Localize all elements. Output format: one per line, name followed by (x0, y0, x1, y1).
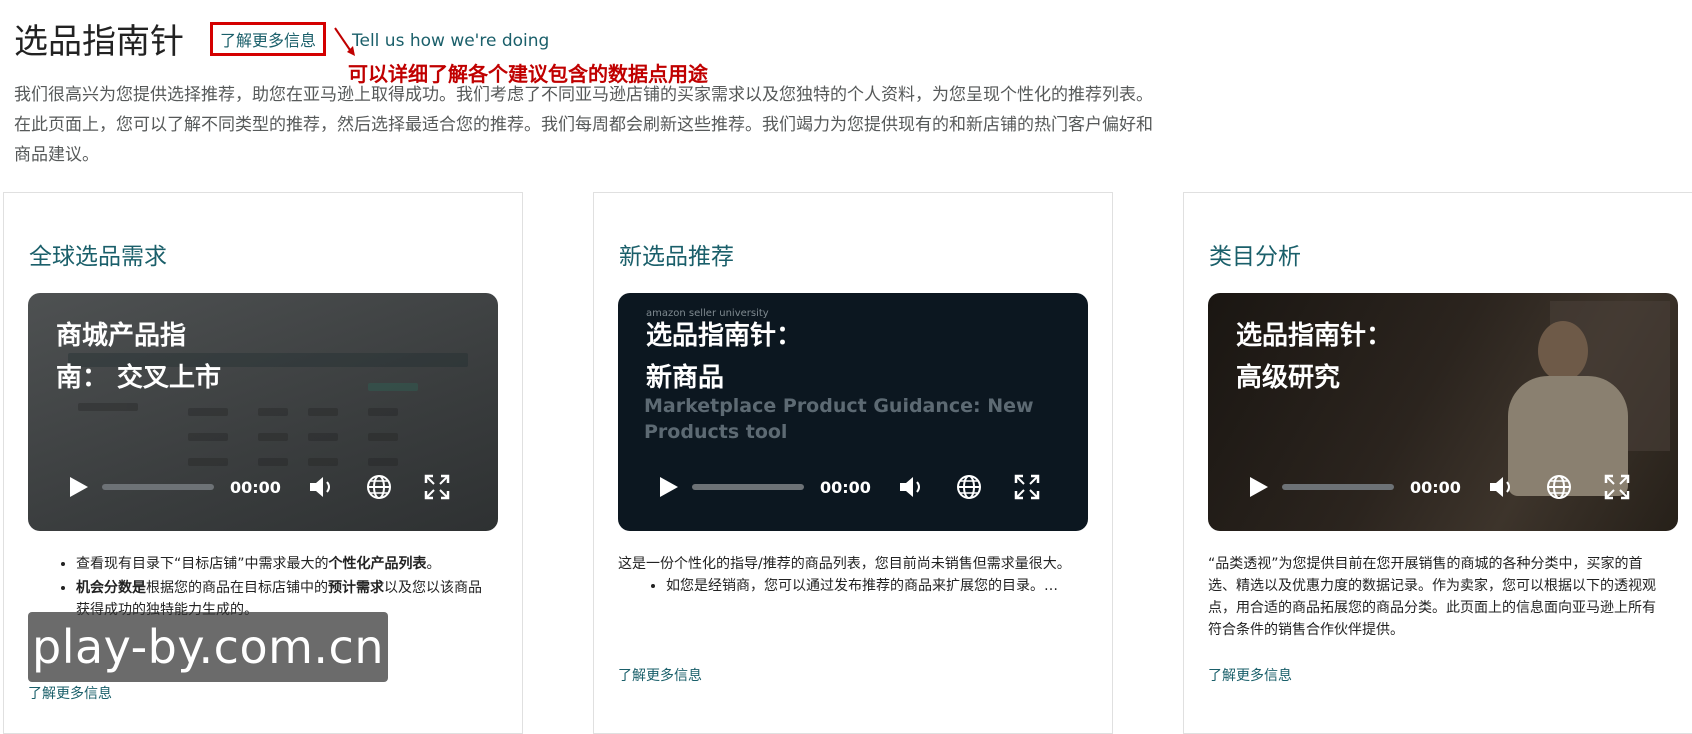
play-icon[interactable] (658, 475, 680, 499)
list-item: 如您是经销商，您可以通过发布推荐的商品来扩展您的目录。… (666, 575, 1078, 597)
card-title: 类目分析 (1209, 244, 1301, 270)
learn-more-highlight: 了解更多信息 (210, 22, 326, 56)
description-text: 这是一份个性化的指导/推荐的商品列表，您目前尚未销售但需求量很大。 (618, 556, 1071, 572)
time-display: 00:00 (1410, 477, 1461, 497)
card-learn-more-link[interactable]: 了解更多信息 (1208, 665, 1292, 685)
video-player[interactable]: amazon seller university 选品指南针： 新商品 Mark… (618, 293, 1088, 531)
fullscreen-icon[interactable] (1014, 474, 1040, 500)
video-title: 选品指南针： 新商品 (646, 321, 803, 393)
card-learn-more-link[interactable]: 了解更多信息 (28, 683, 112, 703)
watermark-text: play-by.com.cn (32, 620, 384, 674)
card-description: “品类透视”为您提供目前在您开展销售的商城的各种分类中，买家的首选、精选以及优惠… (1208, 553, 1668, 641)
page-title: 选品指南针 (14, 22, 184, 62)
card-learn-more-link[interactable]: 了解更多信息 (618, 665, 702, 685)
learn-more-link[interactable]: 了解更多信息 (220, 27, 316, 51)
feedback-link[interactable]: Tell us how we're doing (352, 31, 549, 51)
globe-icon[interactable] (956, 474, 982, 500)
video-controls: 00:00 (618, 467, 1088, 507)
card-title: 全球选品需求 (29, 244, 167, 270)
intro-text: 我们很高兴为您提供选择推荐，助您在亚马逊上取得成功。我们考虑了不同亚马逊店铺的买… (14, 85, 1153, 165)
video-title: 选品指南针： 高级研究 (1236, 321, 1393, 393)
volume-icon[interactable] (308, 474, 336, 500)
video-controls: 00:00 (1208, 467, 1678, 507)
play-icon[interactable] (1248, 475, 1270, 499)
watermark: play-by.com.cn (28, 612, 388, 682)
card-title: 新选品推荐 (619, 244, 734, 270)
progress-bar[interactable] (102, 484, 214, 490)
globe-icon[interactable] (366, 474, 392, 500)
video-controls: 00:00 (28, 467, 498, 507)
volume-icon[interactable] (898, 474, 926, 500)
video-title: 商城产品指 南： 交叉上市 (56, 321, 222, 393)
description-text: “品类透视”为您提供目前在您开展销售的商城的各种分类中，买家的首选、精选以及优惠… (1208, 556, 1656, 638)
progress-bar[interactable] (692, 484, 804, 490)
video-subtitle: Marketplace Product Guidance: New Produc… (644, 395, 1034, 443)
volume-icon[interactable] (1488, 474, 1516, 500)
play-icon[interactable] (68, 475, 90, 499)
globe-icon[interactable] (1546, 474, 1572, 500)
card-category-analysis: 类目分析 选品指南针： 高级研究 00:00 “品类透视”为您提供目前在您开展销… (1183, 192, 1692, 734)
list-item: 查看现有目录下“目标店铺”中需求最大的个性化产品列表。 (76, 553, 488, 575)
fullscreen-icon[interactable] (1604, 474, 1630, 500)
person-image (1468, 311, 1638, 496)
video-player[interactable]: 选品指南针： 高级研究 00:00 (1208, 293, 1678, 531)
progress-bar[interactable] (1282, 484, 1394, 490)
card-description: 这是一份个性化的指导/推荐的商品列表，您目前尚未销售但需求量很大。 如您是经销商… (618, 553, 1078, 599)
card-new-selection: 新选品推荐 amazon seller university 选品指南针： 新商… (593, 192, 1113, 734)
video-player[interactable]: 商城产品指 南： 交叉上市 00:00 (28, 293, 498, 531)
time-display: 00:00 (820, 477, 871, 497)
fullscreen-icon[interactable] (424, 474, 450, 500)
time-display: 00:00 (230, 477, 281, 497)
